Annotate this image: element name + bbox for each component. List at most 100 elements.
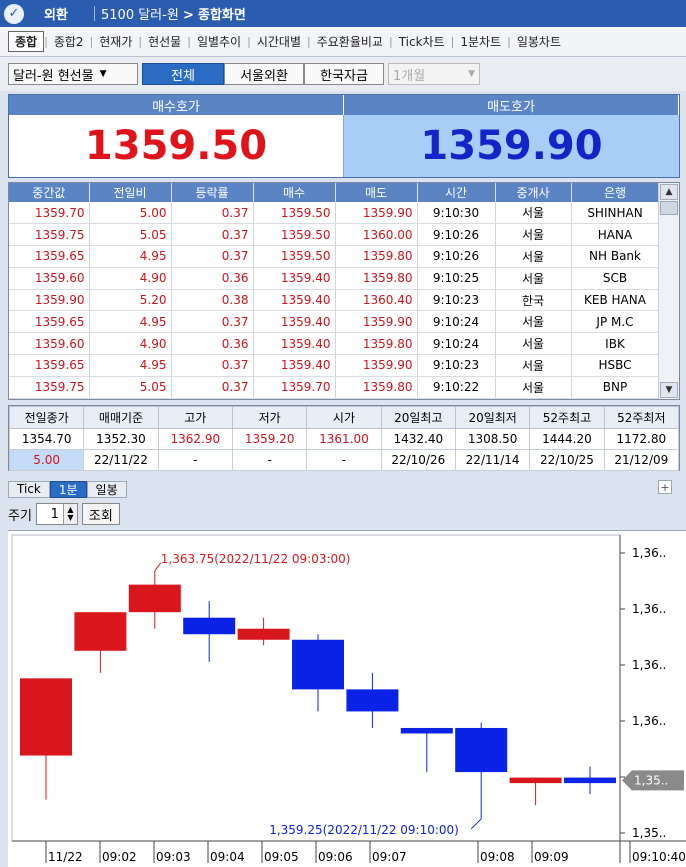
trades-scrollbar[interactable]: ▲ ▼ — [658, 183, 679, 399]
segment-korea[interactable]: 한국자금 — [304, 63, 384, 85]
x-tick-label: 09:03 — [156, 850, 191, 864]
title-bar: ✓ 외환 5100 달러-원 > 종합화면 — [0, 0, 686, 27]
trades-col-header[interactable]: 중개사 — [495, 183, 572, 202]
candlestick-chart[interactable]: 1,36..1,36..1,36..1,36..1,36..1,35..1,36… — [8, 530, 686, 867]
table-cell: 1359.40 — [253, 332, 336, 356]
table-cell: 9:10:24 — [417, 310, 496, 334]
instrument-select[interactable]: 달러-원 현선물 ▼ — [8, 63, 138, 85]
candle-body[interactable] — [400, 727, 453, 734]
bid-label: 매수호가 — [9, 95, 344, 115]
x-tick-label: 09:05 — [264, 850, 299, 864]
candle-body[interactable] — [128, 584, 181, 613]
table-cell: 5.05 — [89, 223, 172, 247]
table-cell: HANA — [571, 223, 660, 247]
candle-body[interactable] — [183, 617, 236, 635]
tab-8[interactable]: 1분차트 — [454, 32, 507, 51]
summary-header: 52주최고 — [529, 406, 605, 429]
candle-body[interactable] — [509, 777, 562, 784]
instrument-select-value: 달러-원 현선물 — [13, 68, 94, 84]
table-cell: 1360.00 — [335, 223, 418, 247]
tab-7[interactable]: Tick차트 — [393, 32, 451, 51]
chart-tab-2[interactable]: 일봉 — [86, 480, 127, 498]
menu-label[interactable]: 외환 — [44, 4, 94, 23]
candle-body[interactable] — [455, 727, 508, 773]
candle-body[interactable] — [292, 639, 344, 690]
table-cell: 1359.70 — [9, 202, 90, 225]
candle-body[interactable] — [20, 678, 72, 756]
table-cell: 0.38 — [171, 289, 254, 312]
tab-3[interactable]: 현선물 — [142, 32, 187, 51]
period-label: 주기 — [8, 508, 32, 524]
candle-body[interactable] — [564, 777, 616, 784]
trades-col-header[interactable]: 전일비 — [89, 183, 172, 202]
title-separator — [94, 6, 95, 21]
trades-col-header[interactable]: 시간 — [417, 183, 496, 202]
app-logo-icon: ✓ — [4, 3, 24, 24]
segment-all[interactable]: 전체 — [142, 63, 224, 85]
candle-body[interactable] — [346, 689, 399, 712]
x-tick-label: 09:10:40 — [632, 850, 686, 864]
period-select[interactable]: 1개월 ▼ — [388, 63, 480, 85]
add-icon[interactable]: + — [658, 480, 672, 494]
summary-value: 1444.20 — [529, 428, 605, 450]
table-row[interactable]: 1359.65 4.95 0.37 1359.40 1359.90 9:10:23 서울 HS… — [9, 354, 660, 377]
candle-body[interactable] — [237, 628, 290, 640]
table-cell: 1359.80 — [335, 267, 418, 290]
table-cell: 0.36 — [171, 332, 254, 356]
table-row[interactable]: 1359.65 4.95 0.37 1359.40 1359.90 9:10:24 서울 JP… — [9, 310, 660, 334]
period-stepper[interactable]: 1 ▲ ▼ — [35, 503, 78, 525]
table-cell: 4.95 — [89, 354, 172, 377]
table-cell: 1359.50 — [253, 202, 336, 225]
candle-body[interactable] — [74, 612, 127, 651]
table-row[interactable]: 1359.60 4.90 0.36 1359.40 1359.80 9:10:24 서울 IB… — [9, 332, 660, 356]
annotation-low: 1,359.25(2022/11/22 09:10:00) — [269, 823, 459, 837]
table-cell: 9:10:22 — [417, 376, 496, 399]
table-cell: 9:10:23 — [417, 289, 496, 312]
tab-2[interactable]: 현재가 — [93, 32, 138, 51]
table-cell: 0.37 — [171, 202, 254, 225]
table-row[interactable]: 1359.60 4.90 0.36 1359.40 1359.80 9:10:25 서울 SC… — [9, 267, 660, 290]
table-row[interactable]: 1359.70 5.00 0.37 1359.50 1359.90 9:10:30 서울 SH… — [9, 202, 660, 225]
summary-header: 매매기준 — [83, 406, 159, 429]
table-row[interactable]: 1359.90 5.20 0.38 1359.40 1360.40 9:10:23 한국 KE… — [9, 289, 660, 312]
tab-9[interactable]: 일봉차트 — [511, 32, 567, 51]
table-cell: 서울 — [495, 354, 572, 377]
segment-seoul[interactable]: 서울외환 — [224, 63, 304, 85]
trades-col-header[interactable]: 매수 — [253, 183, 336, 202]
trades-col-header[interactable]: 매도 — [335, 183, 418, 202]
summary-value: 1308.50 — [454, 428, 531, 450]
tab-1[interactable]: 종합2 — [48, 32, 90, 51]
summary-header: 저가 — [231, 406, 308, 429]
table-cell: 한국 — [495, 289, 572, 312]
scroll-thumb[interactable] — [660, 201, 678, 215]
y-tick-label: 1,36.. — [632, 602, 666, 616]
tab-4[interactable]: 일별추이 — [191, 32, 247, 51]
tab-0[interactable]: 종합 — [8, 31, 45, 52]
trades-col-header[interactable]: 중간값 — [9, 183, 90, 202]
table-cell: 1359.70 — [253, 376, 336, 399]
table-cell: 1359.80 — [335, 245, 418, 268]
table-row[interactable]: 1359.75 5.05 0.37 1359.50 1360.00 9:10:26 서울 HA… — [9, 223, 660, 247]
table-cell: 1359.40 — [253, 267, 336, 290]
x-tick-label: 09:06 — [318, 850, 353, 864]
chart-tab-0[interactable]: Tick — [8, 480, 50, 498]
screen-title: 5100 달러-원 > 종합화면 — [101, 4, 246, 23]
table-cell: IBK — [571, 332, 660, 356]
table-row[interactable]: 1359.65 4.95 0.37 1359.50 1359.80 9:10:26 서울 NH… — [9, 245, 660, 268]
bid-price: 1359.50 — [9, 115, 344, 177]
x-tick-label: 09:09 — [534, 850, 569, 864]
tab-5[interactable]: 시간대별 — [251, 32, 307, 51]
table-row[interactable]: 1359.75 5.05 0.37 1359.70 1359.80 9:10:22 서울 BN… — [9, 376, 660, 399]
summary-header: 고가 — [157, 406, 233, 429]
chart-tab-1[interactable]: 1분 — [49, 480, 87, 498]
table-cell: 1359.90 — [335, 354, 418, 377]
trades-col-header[interactable]: 등락률 — [171, 183, 254, 202]
tab-6[interactable]: 주요환율비교 — [311, 32, 389, 51]
table-cell: 9:10:23 — [417, 354, 496, 377]
quote-panel: 매수호가 매도호가 1359.50 1359.90 — [8, 94, 680, 178]
stepper-icon[interactable]: ▲ ▼ — [62, 504, 77, 524]
trades-col-header[interactable]: 은행 — [571, 183, 660, 202]
query-button[interactable]: 조회 — [81, 503, 120, 525]
scroll-down-icon[interactable]: ▼ — [660, 382, 678, 398]
scroll-up-icon[interactable]: ▲ — [660, 184, 678, 200]
